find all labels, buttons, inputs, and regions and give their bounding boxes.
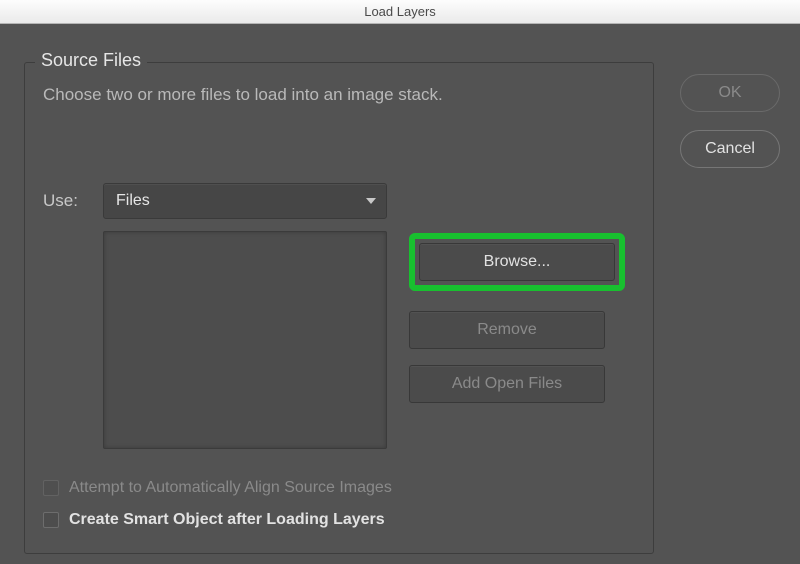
file-buttons-column: Browse... Remove Add Open Files [409,233,625,449]
use-dropdown[interactable]: Files [103,183,387,219]
middle-area: Browse... Remove Add Open Files [43,231,635,449]
checkbox-icon [43,480,59,496]
use-row: Use: Files [43,183,635,219]
add-open-files-button[interactable]: Add Open Files [409,365,605,403]
panel-description: Choose two or more files to load into an… [43,85,635,105]
ok-button[interactable]: OK [680,74,780,112]
browse-button[interactable]: Browse... [419,243,615,281]
smart-object-checkbox-label: Create Smart Object after Loading Layers [69,511,385,529]
checkbox-group: Attempt to Automatically Align Source Im… [43,479,635,529]
source-files-panel: Source Files Choose two or more files to… [24,62,654,554]
window-titlebar: Load Layers [0,0,800,24]
checkbox-icon [43,512,59,528]
browse-highlight: Browse... [409,233,625,291]
use-dropdown-value: Files [116,192,150,209]
panel-title: Source Files [35,50,147,71]
use-label: Use: [43,191,89,211]
window-title: Load Layers [364,4,436,19]
dialog-action-buttons: OK Cancel [680,74,780,168]
dialog-body: Source Files Choose two or more files to… [0,24,800,564]
align-checkbox-label: Attempt to Automatically Align Source Im… [69,479,392,497]
remove-button[interactable]: Remove [409,311,605,349]
smart-object-checkbox-row[interactable]: Create Smart Object after Loading Layers [43,511,635,529]
cancel-button[interactable]: Cancel [680,130,780,168]
align-checkbox-row[interactable]: Attempt to Automatically Align Source Im… [43,479,635,497]
file-list[interactable] [103,231,387,449]
chevron-down-icon [366,198,376,204]
